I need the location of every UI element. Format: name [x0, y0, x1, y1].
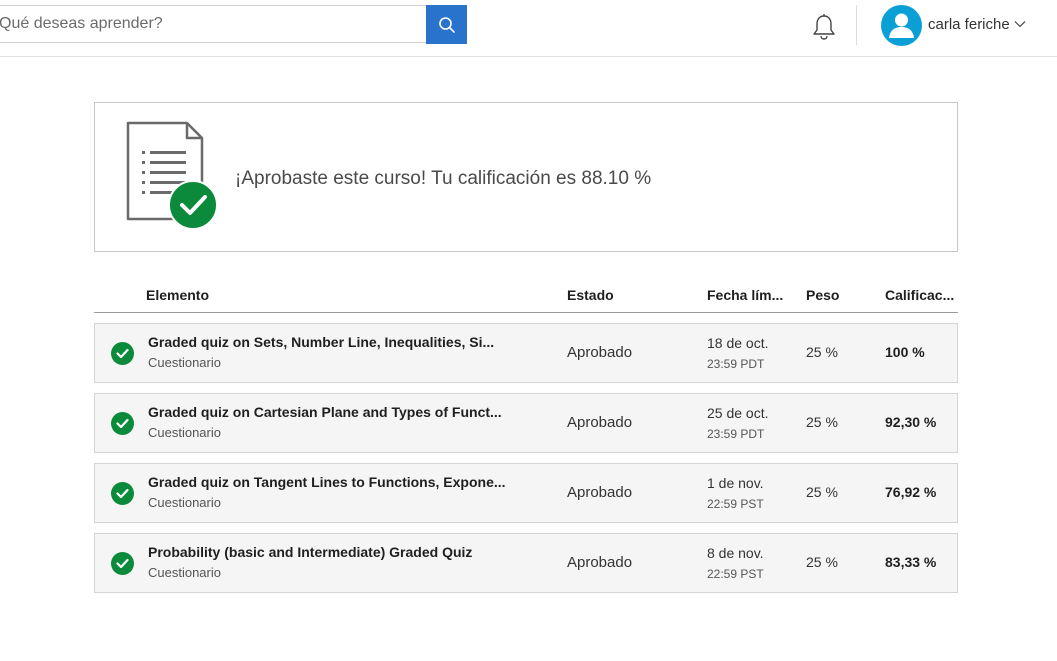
- item-title[interactable]: Graded quiz on Cartesian Plane and Types…: [148, 404, 513, 420]
- check-icon: [111, 412, 134, 435]
- table-row[interactable]: Probability (basic and Intermediate) Gra…: [94, 533, 958, 593]
- check-icon: [111, 552, 134, 575]
- due-time: 22:59 PST: [707, 497, 764, 511]
- item-weight: 25 %: [806, 484, 838, 500]
- item-grade: 76,92 %: [885, 484, 937, 500]
- header-divider: [856, 5, 857, 45]
- due-date: 1 de nov.: [707, 475, 764, 491]
- document-check-icon: [126, 121, 218, 230]
- due-time: 23:59 PDT: [707, 357, 765, 371]
- column-header-due[interactable]: Fecha lím...: [707, 287, 783, 303]
- table-row[interactable]: Graded quiz on Cartesian Plane and Types…: [94, 393, 958, 453]
- item-grade: 100 %: [885, 344, 925, 360]
- user-icon: [889, 13, 914, 38]
- grades-table-header: Elemento Estado Fecha lím... Peso Califi…: [94, 278, 958, 313]
- item-title[interactable]: Graded quiz on Tangent Lines to Function…: [148, 474, 513, 490]
- item-type: Cuestionario: [148, 495, 221, 510]
- course-passed-banner: ¡Aprobaste este curso! Tu calificación e…: [94, 102, 958, 252]
- table-row[interactable]: Graded quiz on Sets, Number Line, Inequa…: [94, 323, 958, 383]
- item-title[interactable]: Probability (basic and Intermediate) Gra…: [148, 544, 513, 560]
- item-title[interactable]: Graded quiz on Sets, Number Line, Inequa…: [148, 334, 513, 350]
- avatar[interactable]: [881, 5, 922, 46]
- column-header-status[interactable]: Estado: [567, 287, 614, 303]
- item-status: Aprobado: [567, 344, 633, 361]
- check-icon: [111, 342, 134, 365]
- item-type: Cuestionario: [148, 355, 221, 370]
- column-header-item[interactable]: Elemento: [146, 287, 209, 303]
- chevron-down-icon[interactable]: [1014, 20, 1026, 28]
- bell-icon[interactable]: [811, 13, 837, 41]
- due-time: 23:59 PDT: [707, 427, 765, 441]
- due-date: 18 de oct.: [707, 335, 769, 351]
- column-header-weight[interactable]: Peso: [806, 287, 839, 303]
- check-icon: [111, 482, 134, 505]
- user-name[interactable]: carla feriche: [928, 16, 1010, 33]
- item-status: Aprobado: [567, 554, 633, 571]
- item-type: Cuestionario: [148, 565, 221, 580]
- item-weight: 25 %: [806, 554, 838, 570]
- item-weight: 25 %: [806, 344, 838, 360]
- due-date: 8 de nov.: [707, 545, 764, 561]
- search-input[interactable]: [0, 5, 426, 43]
- item-weight: 25 %: [806, 414, 838, 430]
- item-type: Cuestionario: [148, 425, 221, 440]
- item-grade: 83,33 %: [885, 554, 937, 570]
- search-icon: [438, 16, 455, 33]
- banner-message: ¡Aprobaste este curso! Tu calificación e…: [235, 168, 652, 189]
- item-status: Aprobado: [567, 484, 633, 501]
- top-header: carla feriche: [0, 0, 1057, 57]
- table-row[interactable]: Graded quiz on Tangent Lines to Function…: [94, 463, 958, 523]
- item-status: Aprobado: [567, 414, 633, 431]
- column-header-grade[interactable]: Calificac...: [885, 287, 954, 303]
- search-button[interactable]: [426, 5, 467, 44]
- item-grade: 92,30 %: [885, 414, 937, 430]
- due-date: 25 de oct.: [707, 405, 769, 421]
- due-time: 22:59 PST: [707, 567, 764, 581]
